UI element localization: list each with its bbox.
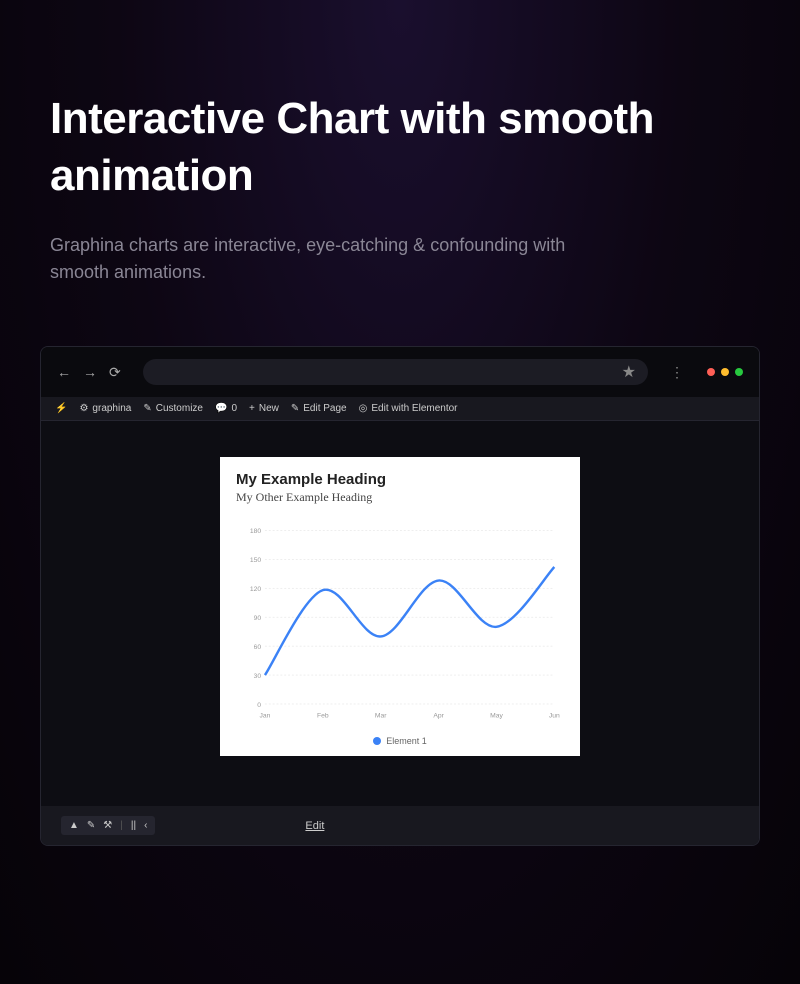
chart-widget[interactable]: My Example Heading My Other Example Head… (220, 457, 580, 756)
wp-comments-link[interactable]: 💬 0 (215, 403, 237, 414)
wp-admin-bar: ⚡ ⚙ graphina ✎ Customize 💬 0 + New ✎ Edi… (41, 397, 759, 421)
close-icon[interactable] (707, 368, 715, 376)
url-bar[interactable]: ★ (143, 359, 648, 385)
chart-title: My Example Heading (236, 471, 564, 488)
hero-subtitle: Graphina charts are interactive, eye-cat… (50, 232, 610, 286)
divider: | (120, 820, 123, 831)
svg-text:May: May (490, 713, 503, 720)
elementor-toolbar: ▲ ✎ ⚒ | || ‹ Edit (41, 806, 759, 845)
svg-text:90: 90 (254, 615, 262, 622)
svg-text:60: 60 (254, 644, 262, 651)
wp-site-link[interactable]: ⚙ graphina (79, 403, 131, 414)
wp-site-label: graphina (92, 403, 131, 414)
reload-icon[interactable]: ⟳ (109, 364, 121, 381)
hero-title: Interactive Chart with smooth animation (50, 90, 750, 204)
pause-icon[interactable]: || (131, 820, 136, 831)
svg-text:150: 150 (250, 558, 262, 565)
svg-text:Jun: Jun (549, 713, 560, 720)
wp-new-link[interactable]: + New (249, 403, 279, 414)
chart-legend: Element 1 (236, 736, 564, 746)
svg-text:120: 120 (250, 587, 262, 594)
traffic-lights (707, 368, 743, 376)
wp-edit-label: Edit Page (303, 403, 346, 414)
pointer-icon[interactable]: ▲ (69, 820, 79, 831)
svg-text:0: 0 (257, 702, 261, 709)
svg-text:Jan: Jan (259, 713, 270, 720)
editor-canvas: My Example Heading My Other Example Head… (41, 421, 759, 806)
elementor-icon: ◎ (359, 403, 368, 414)
wp-comments-count: 0 (231, 403, 237, 414)
customize-icon: ✎ (143, 403, 151, 414)
svg-text:30: 30 (254, 673, 262, 680)
hero-section: Interactive Chart with smooth animation … (0, 0, 800, 316)
tool-icon[interactable]: ⚒ (103, 820, 112, 831)
wp-customize-link[interactable]: ✎ Customize (143, 403, 203, 414)
menu-dots-icon[interactable]: ⋮ (670, 364, 685, 381)
browser-toolbar: ← → ⟳ ★ ⋮ (41, 347, 759, 397)
star-icon[interactable]: ★ (622, 362, 636, 382)
line-chart: 0 30 60 90 120 150 180 Jan Feb Mar Apr May Jun (236, 517, 564, 727)
wp-edit-page-link[interactable]: ✎ Edit Page (291, 403, 347, 414)
svg-text:Feb: Feb (317, 713, 329, 720)
svg-text:Apr: Apr (433, 713, 444, 720)
tool-group: ▲ ✎ ⚒ | || ‹ (61, 816, 155, 835)
svg-text:Mar: Mar (375, 713, 387, 720)
maximize-icon[interactable] (735, 368, 743, 376)
legend-label: Element 1 (386, 736, 427, 746)
wp-logo-icon[interactable]: ⚡ (55, 403, 67, 414)
edit-icon: ✎ (291, 403, 299, 414)
back-icon[interactable]: ← (57, 364, 71, 381)
wp-customize-label: Customize (156, 403, 203, 414)
forward-icon[interactable]: → (83, 364, 97, 381)
pencil-icon[interactable]: ✎ (87, 820, 95, 831)
minimize-icon[interactable] (721, 368, 729, 376)
edit-link[interactable]: Edit (305, 820, 324, 832)
browser-window: ← → ⟳ ★ ⋮ ⚡ ⚙ graphina ✎ Customize 💬 0 + (40, 346, 760, 846)
wp-new-label: New (259, 403, 279, 414)
back-icon[interactable]: ‹ (144, 820, 147, 831)
plus-icon: + (249, 403, 255, 414)
site-icon: ⚙ (79, 403, 88, 414)
wp-elementor-label: Edit with Elementor (371, 403, 457, 414)
legend-dot-icon (373, 737, 381, 745)
wp-elementor-link[interactable]: ◎ Edit with Elementor (359, 403, 458, 414)
chart-subtitle: My Other Example Heading (236, 490, 564, 505)
comment-icon: 💬 (215, 403, 227, 414)
svg-text:180: 180 (250, 529, 262, 536)
